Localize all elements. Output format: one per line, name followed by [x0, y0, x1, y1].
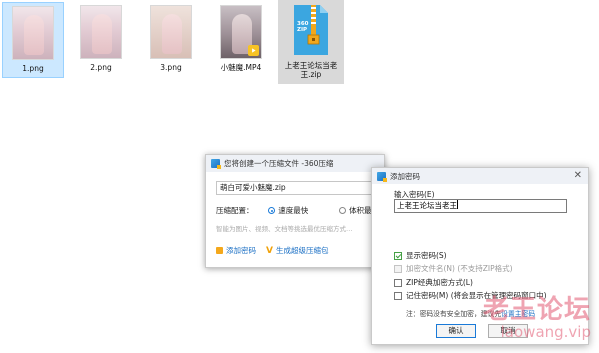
- 360-zip-icon: [211, 159, 221, 169]
- lock-icon: [216, 247, 223, 254]
- file-1-png[interactable]: 1.png: [2, 2, 64, 78]
- watermark-cn: 老王论坛: [482, 295, 591, 325]
- image-thumbnail: [12, 6, 54, 60]
- super-package-link[interactable]: V 生成超级压缩包: [266, 245, 328, 256]
- config-label: 压缩配置：: [216, 206, 254, 215]
- compress-dialog-title: 您将创建一个压缩文件 -360压缩: [224, 159, 334, 168]
- file-name-line1: 上老王论坛当老: [284, 61, 338, 70]
- zip-classic-checkbox[interactable]: ZIP经典加密方式(L): [394, 277, 473, 288]
- file-name-line2: 王.zip: [300, 70, 322, 79]
- confirm-button[interactable]: 确认: [436, 324, 476, 338]
- compress-dialog: 您将创建一个压缩文件 -360压缩 萌白可爱小魅魔.zip 压缩配置： 速度最快…: [205, 154, 385, 268]
- radio-icon: [339, 207, 347, 214]
- super-package-label: 生成超级压缩包: [275, 246, 329, 255]
- file-mp4[interactable]: 小魅魔.MP4: [210, 2, 272, 78]
- add-password-label: 添加密码: [226, 246, 256, 255]
- option-fastest-label: 速度最快: [278, 206, 309, 215]
- 360-zip-icon: [377, 171, 387, 182]
- file-name: 2.png: [90, 63, 112, 72]
- radio-icon: [268, 207, 276, 214]
- file-name: 小魅魔.MP4: [220, 63, 262, 72]
- compress-config-row: 压缩配置： 速度最快 体积最小: [216, 205, 379, 216]
- video-file-icon: [248, 45, 259, 56]
- image-thumbnail: [150, 5, 192, 59]
- password-input[interactable]: 上老王论坛当老王: [394, 199, 567, 213]
- file-name: 3.png: [160, 63, 182, 72]
- compress-hint: 智能为图片、视频、文档等挑选最优压缩方式…: [216, 225, 353, 233]
- option-fastest[interactable]: 速度最快: [268, 206, 308, 215]
- archive-filename-input[interactable]: 萌白可爱小魅魔.zip: [216, 181, 382, 195]
- show-password-checkbox[interactable]: 显示密码(S): [394, 250, 447, 261]
- watermark: 老王论坛 laowang.vip: [483, 296, 591, 340]
- checkbox-icon: [394, 278, 402, 287]
- file-zip[interactable]: 360 ZIP 上老王论坛当老 王.zip: [278, 0, 344, 84]
- show-password-label: 显示密码(S): [406, 251, 447, 260]
- zip-classic-label: ZIP经典加密方式(L): [406, 278, 473, 287]
- compress-dialog-titlebar: 您将创建一个压缩文件 -360压缩: [206, 155, 384, 172]
- password-dialog-titlebar: 添加密码: [372, 168, 588, 184]
- watermark-en: laowang.vip: [500, 323, 591, 341]
- file-name: 上老王论坛当老 王.zip: [285, 61, 338, 79]
- image-thumbnail: [80, 5, 122, 59]
- checkbox-icon: [394, 264, 402, 273]
- zip-icon-label: 360 ZIP: [297, 21, 309, 33]
- password-dialog-title: 添加密码: [390, 171, 420, 181]
- encrypt-filenames-label: 加密文件名(N) (不支持ZIP格式): [406, 264, 513, 273]
- video-thumbnail: [220, 5, 262, 59]
- note-text: 注：密码没有安全加密，: [406, 310, 481, 318]
- encrypt-filenames-checkbox: 加密文件名(N) (不支持ZIP格式): [394, 263, 513, 274]
- checkbox-checked-icon: [394, 251, 402, 260]
- file-2-png[interactable]: 2.png: [70, 2, 132, 78]
- close-icon[interactable]: ✕: [574, 171, 582, 181]
- checkbox-icon: [394, 291, 402, 300]
- zip-archive-icon: 360 ZIP: [290, 3, 332, 57]
- add-password-link[interactable]: 添加密码: [216, 245, 256, 256]
- v-badge-icon: V: [266, 245, 273, 256]
- file-3-png[interactable]: 3.png: [140, 2, 202, 78]
- file-name: 1.png: [22, 64, 44, 73]
